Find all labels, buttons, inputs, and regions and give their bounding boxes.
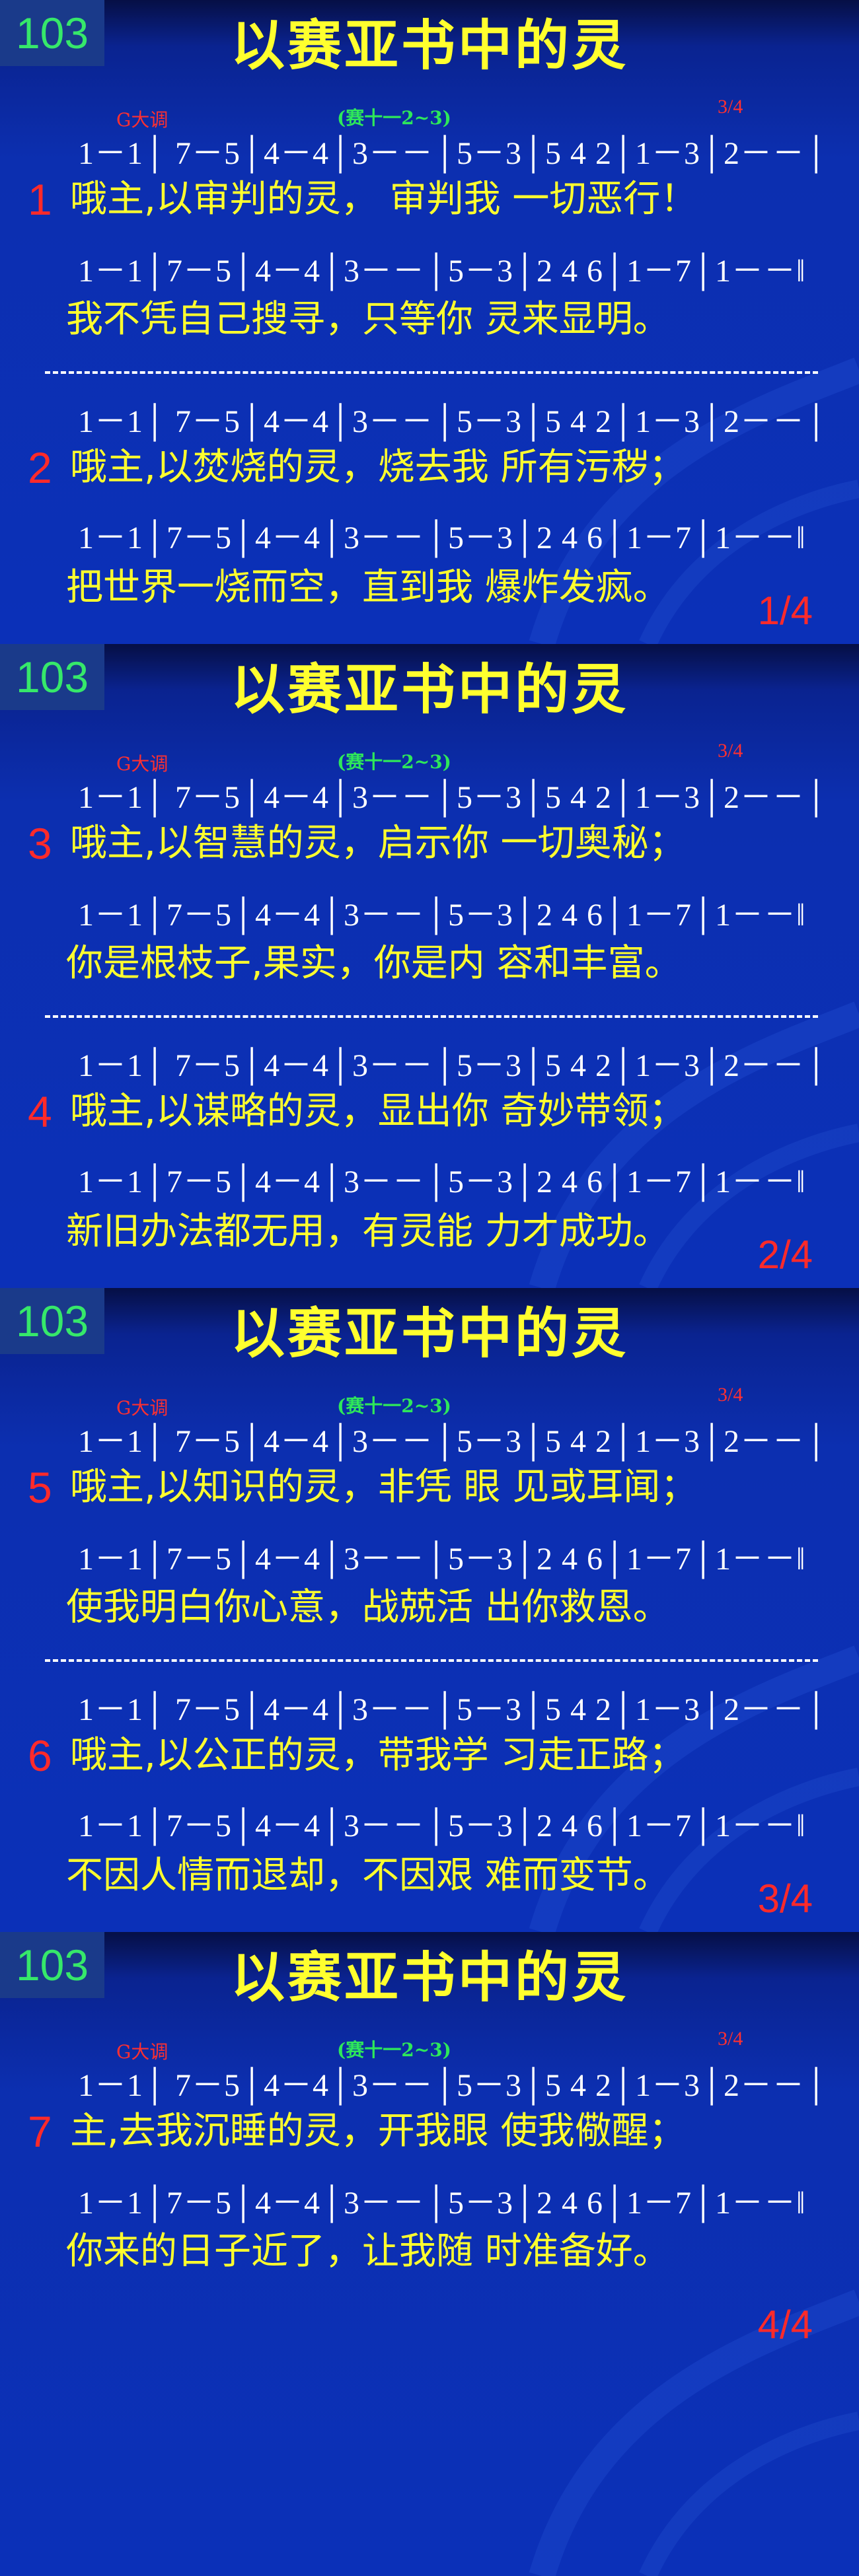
notation-line: 1－1│7－5│4－4│3－－│5－3│2 4 6│1－7│1－－‖: [78, 1808, 806, 1843]
key-signature: G大调: [116, 1397, 168, 1419]
verse-number: 7: [28, 2107, 52, 2156]
key-signature: G大调: [116, 753, 168, 775]
lyric-line: 我不凭自己搜寻，只等你 灵来显明。: [66, 298, 670, 341]
lyric-line: 哦主,以焚烧的灵，烧去我 所有污秽；: [70, 446, 686, 489]
lyric-line: 哦主,以智慧的灵，启示你 一切奥秘；: [70, 822, 686, 865]
notation-line: 1－1│ 7－5│4－4│3－－│5－3│5 4 2│1－3│2－－│: [78, 2068, 829, 2103]
verse-separator: [45, 371, 818, 374]
lyric-line: 使我明白你心意，战兢活 出你救恩。: [66, 1586, 670, 1629]
slide-2: 103 以赛亚书中的灵 G大调 (赛十一2~3) 3/4 1－1│ 7－5│4－…: [0, 644, 859, 1288]
notation-line: 1－1│7－5│4－4│3－－│5－3│2 4 6│1－7│1－－‖: [78, 898, 806, 933]
notation-line: 1－1│ 7－5│4－4│3－－│5－3│5 4 2│1－3│2－－│: [78, 1692, 829, 1727]
hymn-title: 以赛亚书中的灵: [230, 1947, 628, 2009]
notation-line: 1－1│ 7－5│4－4│3－－│5－3│5 4 2│1－3│2－－│: [78, 1424, 829, 1459]
verse-separator: [45, 1659, 818, 1662]
hymn-title: 以赛亚书中的灵: [230, 1303, 628, 1365]
scripture-reference: (赛十一2~3): [337, 751, 451, 773]
time-signature: 3/4: [718, 2028, 743, 2050]
notation-line: 1－1│7－5│4－4│3－－│5－3│2 4 6│1－7│1－－‖: [78, 1164, 806, 1199]
slide-1: 103 以赛亚书中的灵 G大调 (赛十一2~3) 3/4 1－1│ 7－5│4－…: [0, 0, 859, 644]
notation-line: 1－1│7－5│4－4│3－－│5－3│2 4 6│1－7│1－－‖: [78, 254, 806, 289]
verse-number: 4: [28, 1087, 52, 1136]
scripture-reference: (赛十一2~3): [337, 2039, 451, 2061]
notation-line: 1－1│ 7－5│4－4│3－－│5－3│5 4 2│1－3│2－－│: [78, 780, 829, 815]
notation-line: 1－1│ 7－5│4－4│3－－│5－3│5 4 2│1－3│2－－│: [78, 136, 829, 171]
time-signature: 3/4: [718, 96, 743, 118]
key-signature: G大调: [116, 2041, 168, 2063]
slide-3: 103 以赛亚书中的灵 G大调 (赛十一2~3) 3/4 1－1│ 7－5│4－…: [0, 1288, 859, 1932]
notation-line: 1－1│ 7－5│4－4│3－－│5－3│5 4 2│1－3│2－－│: [78, 404, 829, 439]
verse-number: 1: [28, 175, 52, 224]
notation-line: 1－1│7－5│4－4│3－－│5－3│2 4 6│1－7│1－－‖: [78, 2186, 806, 2221]
notation-line: 1－1│7－5│4－4│3－－│5－3│2 4 6│1－7│1－－‖: [78, 520, 806, 555]
lyric-line: 把世界一烧而空，直到我 爆炸发疯。: [66, 566, 670, 609]
page-indicator: 1/4: [757, 589, 813, 633]
verse-number: 5: [28, 1463, 52, 1512]
lyric-line: 你来的日子近了，让我随 时准备好。: [66, 2230, 670, 2273]
scripture-reference: (赛十一2~3): [337, 1395, 451, 1417]
key-signature: G大调: [116, 109, 168, 131]
lyric-line: 哦主,以谋略的灵，显出你 奇妙带领；: [70, 1090, 686, 1133]
notation-line: 1－1│ 7－5│4－4│3－－│5－3│5 4 2│1－3│2－－│: [78, 1048, 829, 1083]
verse-number: 6: [28, 1731, 52, 1780]
verse-separator: [45, 1015, 818, 1018]
lyric-line: 哦主,以审判的灵， 审判我 一切恶行！: [70, 178, 698, 221]
lyric-line: 哦主,以知识的灵，非凭 眼 见或耳闻；: [70, 1466, 698, 1509]
page-indicator: 4/4: [757, 2303, 813, 2347]
lyric-line: 哦主,以公正的灵，带我学 习走正路；: [70, 1734, 686, 1777]
lyric-line: 主,去我沉睡的灵，开我眼 使我儆醒；: [70, 2110, 686, 2153]
hymn-title: 以赛亚书中的灵: [230, 15, 628, 77]
slide-4: 103 以赛亚书中的灵 G大调 (赛十一2~3) 3/4 1－1│ 7－5│4－…: [0, 1932, 859, 2576]
time-signature: 3/4: [718, 1384, 743, 1406]
scripture-reference: (赛十一2~3): [337, 107, 451, 129]
verse-number: 3: [28, 819, 52, 868]
time-signature: 3/4: [718, 740, 743, 762]
page-indicator: 2/4: [757, 1233, 813, 1277]
page-indicator: 3/4: [757, 1877, 813, 1921]
hymn-title: 以赛亚书中的灵: [230, 659, 628, 721]
lyric-line: 新旧办法都无用，有灵能 力才成功。: [66, 1210, 670, 1253]
notation-line: 1－1│7－5│4－4│3－－│5－3│2 4 6│1－7│1－－‖: [78, 1542, 806, 1577]
lyric-line: 你是根枝子,果实，你是内 容和丰富。: [66, 942, 682, 985]
verse-number: 2: [28, 443, 52, 492]
lyric-line: 不因人情而退却，不因艰 难而变节。: [66, 1854, 670, 1897]
